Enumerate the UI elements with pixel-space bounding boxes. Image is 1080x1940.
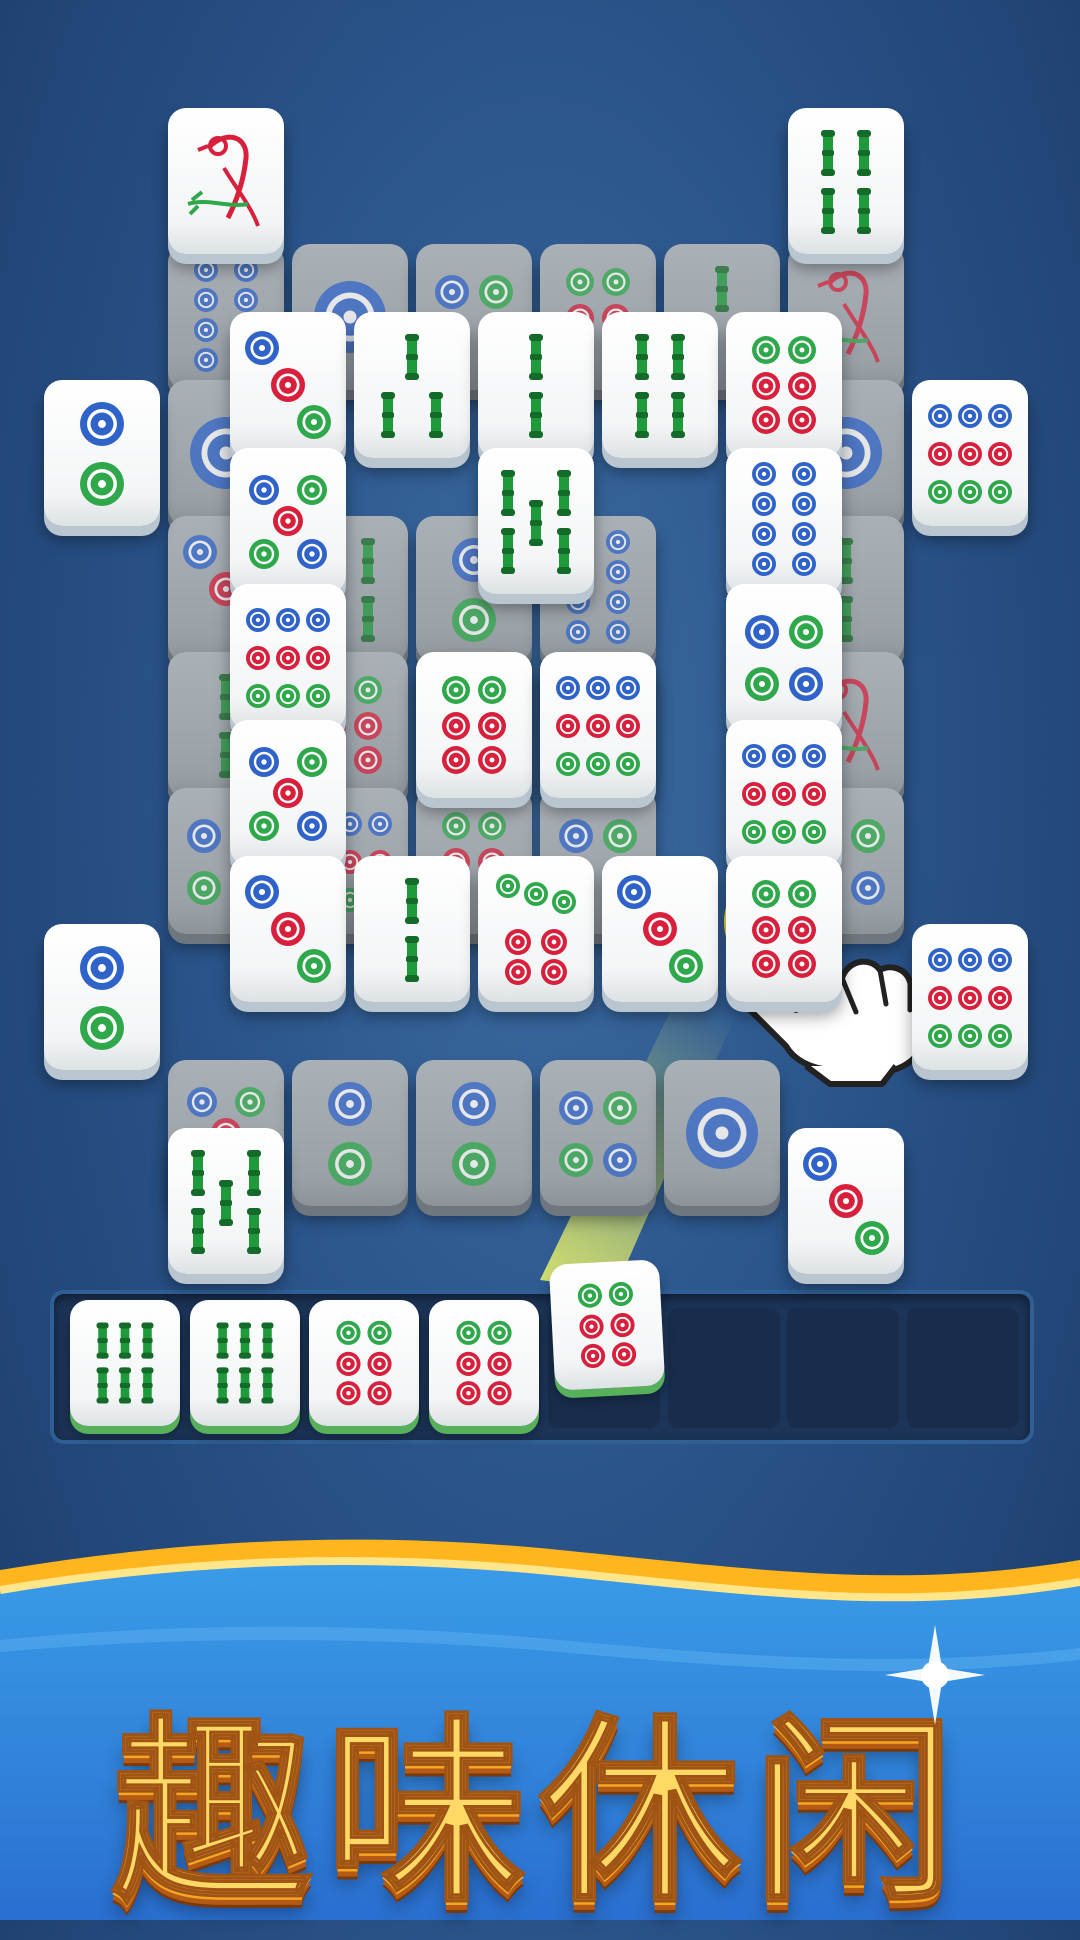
mahjong-tile-bamboo-2[interactable] — [478, 312, 594, 458]
tray-tile-dots-6 — [428, 1300, 539, 1426]
mahjong-tile-dots-6[interactable] — [726, 312, 842, 458]
mahjong-tile-dots-2[interactable] — [44, 380, 160, 526]
mahjong-tile-bamboo-4[interactable] — [788, 108, 904, 254]
mahjong-tile-dots-3[interactable] — [788, 1128, 904, 1274]
mahjong-tile-dots-9[interactable] — [912, 380, 1028, 526]
incoming-tile[interactable] — [548, 1259, 666, 1391]
mahjong-tile-dots-9[interactable] — [540, 652, 656, 798]
mahjong-tile-dots-3[interactable] — [230, 312, 346, 458]
mahjong-tile-dots-4 — [540, 1060, 656, 1206]
mahjong-tile-dots-6[interactable] — [416, 652, 532, 798]
mahjong-tile-dots-4[interactable] — [726, 584, 842, 730]
tile-tray — [50, 1290, 1034, 1444]
mahjong-tile-dots-5[interactable] — [230, 720, 346, 866]
mahjong-tile-dots-2 — [416, 1060, 532, 1206]
mahjong-tile-bamboo-5[interactable] — [478, 448, 594, 594]
tray-tile-bamboo-6 — [189, 1300, 300, 1426]
mahjong-tile-bamboo-2[interactable] — [354, 856, 470, 1002]
mahjong-tile-dots-5[interactable] — [230, 448, 346, 594]
mahjong-tile-bamboo-3[interactable] — [354, 312, 470, 458]
sparkle-icon — [885, 1625, 985, 1725]
mahjong-tile-bird[interactable] — [168, 108, 284, 254]
mahjong-tile-bamboo-4[interactable] — [602, 312, 718, 458]
mahjong-board — [0, 0, 1080, 1274]
mahjong-tile-dots-7[interactable] — [478, 856, 594, 1002]
mahjong-tile-dots-8[interactable] — [726, 448, 842, 594]
tray-slot — [906, 1308, 1019, 1428]
mahjong-tile-dots-9[interactable] — [912, 924, 1028, 1070]
tray-slot — [667, 1308, 780, 1428]
mahjong-tile-dots-2 — [292, 1060, 408, 1206]
mahjong-tile-dots-1 — [664, 1060, 780, 1206]
mahjong-tile-dots-9[interactable] — [230, 584, 346, 730]
mahjong-tile-dots-3[interactable] — [230, 856, 346, 1002]
mahjong-tile-dots-6[interactable] — [726, 856, 842, 1002]
mahjong-tile-bamboo-5[interactable] — [168, 1128, 284, 1274]
tray-tile-dots-6 — [309, 1300, 419, 1426]
mahjong-tile-dots-3[interactable] — [602, 856, 718, 1002]
mahjong-tile-dots-2[interactable] — [44, 924, 160, 1070]
tray-tile-bamboo-6 — [70, 1300, 180, 1426]
tray-slot — [787, 1308, 899, 1428]
mahjong-tile-dots-9[interactable] — [726, 720, 842, 866]
